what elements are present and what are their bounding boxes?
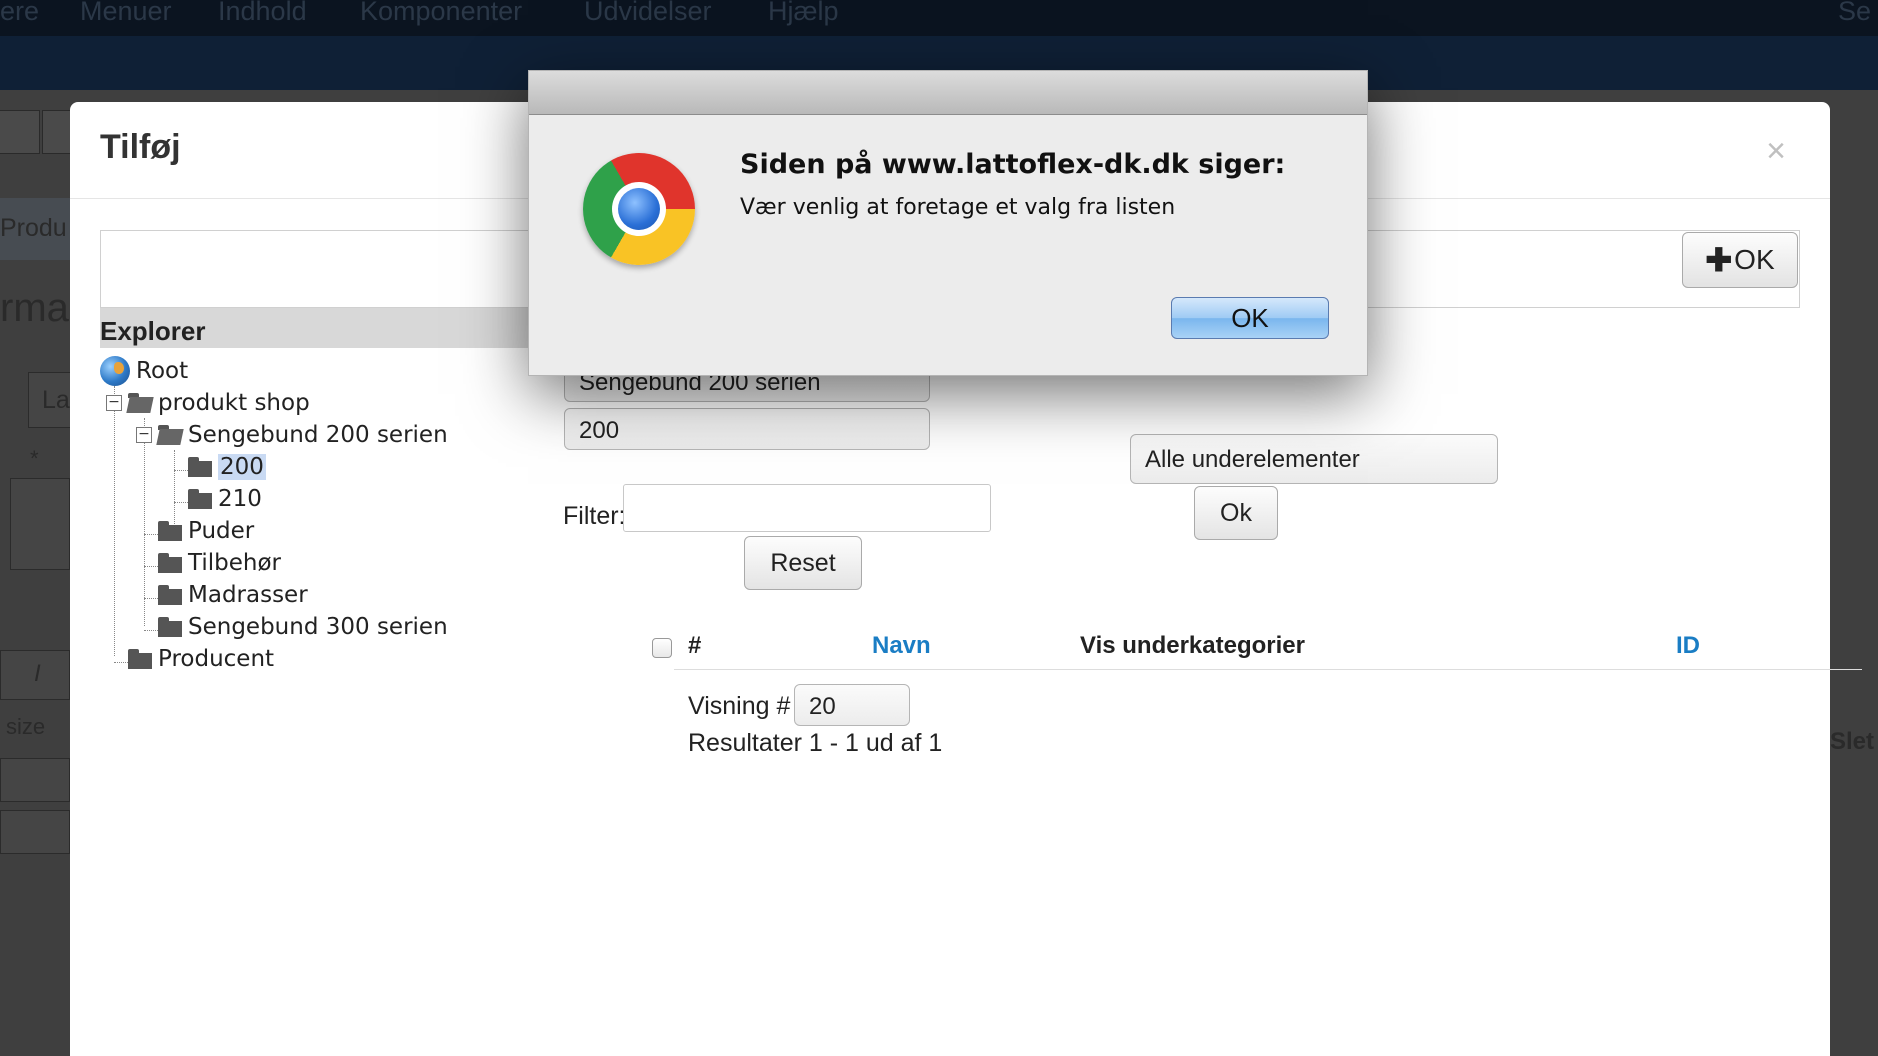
folder-icon — [186, 489, 214, 509]
tree-node-sengebund-200[interactable]: − Sengebund 200 serien — [136, 418, 448, 452]
collapse-icon[interactable]: − — [136, 427, 152, 443]
select-all-checkbox[interactable] — [652, 638, 672, 658]
bg-panel — [10, 478, 70, 570]
bg-italic-icon: I — [34, 660, 41, 687]
filter-label: Filter: — [563, 502, 626, 530]
tree-node-producent[interactable]: Producent — [126, 642, 274, 676]
col-header-id[interactable]: ID — [1676, 632, 1700, 660]
add-ok-label: OK — [1734, 244, 1775, 275]
tree-label: Tilbehør — [188, 550, 281, 576]
menu-item-komponenter: Komponenter — [360, 0, 523, 26]
col-header-hash: # — [688, 632, 702, 659]
folder-icon — [156, 521, 184, 541]
tree-node-puder[interactable]: Puder — [156, 514, 254, 548]
scope-select[interactable]: Alle underelementer — [1130, 434, 1498, 484]
category-tree: Root − produkt shop − Sengebund 200 seri… — [100, 354, 620, 854]
alert-message: Vær venlig at foretage et valg fra liste… — [740, 195, 1176, 220]
tree-label: Puder — [188, 518, 255, 544]
collapse-icon[interactable]: − — [106, 395, 122, 411]
tree-node-sengebund-300[interactable]: Sengebund 300 serien — [156, 610, 448, 644]
folder-icon — [186, 457, 214, 477]
menu-item-hjaelp: Hjælp — [768, 0, 839, 26]
alert-title: Siden på www.lattoflex-dk.dk siger: — [740, 149, 1286, 180]
tree-label-selected: 200 — [218, 454, 266, 480]
filter-input[interactable] — [623, 484, 991, 532]
tree-node-produkt-shop[interactable]: − produkt shop — [106, 386, 310, 420]
col-header-vis-underkategorier: Vis underkategorier — [1080, 632, 1305, 659]
folder-icon — [126, 649, 154, 669]
menu-item-menuer: Menuer — [80, 0, 172, 26]
tree-label: produkt shop — [158, 390, 310, 416]
menu-item-udvidelser: Udvidelser — [584, 0, 712, 26]
close-icon[interactable]: × — [1766, 132, 1786, 171]
subcategory-select[interactable]: 200 — [564, 408, 930, 450]
menu-item-indhold: Indhold — [218, 0, 307, 26]
bg-toolbar-button — [0, 110, 40, 154]
tree-node-root[interactable]: Root — [100, 354, 188, 388]
menu-item-partial: ere — [0, 0, 40, 26]
bg-text-size: size — [6, 714, 46, 739]
alert-titlebar — [529, 71, 1367, 115]
plus-icon: ✚ — [1705, 242, 1733, 278]
explorer-header: Explorer — [100, 308, 560, 348]
results-count: Resultater 1 - 1 ud af 1 — [688, 729, 943, 757]
bg-text-rma: rma — [0, 286, 69, 330]
col-header-navn[interactable]: Navn — [872, 632, 931, 660]
folder-icon — [156, 585, 184, 605]
tree-label: Producent — [158, 646, 275, 672]
add-ok-button[interactable]: ✚ OK — [1682, 232, 1798, 288]
chrome-logo-icon — [583, 153, 695, 265]
reset-button[interactable]: Reset — [744, 536, 862, 590]
tree-label: Madrasser — [188, 582, 308, 608]
folder-open-icon — [126, 393, 154, 413]
table-header-divider — [674, 669, 1862, 670]
folder-open-icon — [156, 425, 184, 445]
browser-alert-dialog: Siden på www.lattoflex-dk.dk siger: Vær … — [528, 70, 1368, 376]
folder-icon — [156, 553, 184, 573]
tree-node-200[interactable]: 200 — [186, 450, 266, 484]
bg-editor-icons-2 — [0, 810, 70, 854]
tree-node-tilbehor[interactable]: Tilbehør — [156, 546, 281, 580]
tree-node-210[interactable]: 210 — [186, 482, 262, 516]
page-size-select[interactable]: 20 — [794, 684, 910, 726]
menu-item-se: Se — [1838, 0, 1872, 26]
filter-ok-button[interactable]: Ok — [1194, 486, 1278, 540]
alert-ok-button[interactable]: OK — [1171, 297, 1329, 339]
bg-text-star: * — [30, 446, 39, 471]
modal-title: Tilføj — [100, 128, 181, 166]
admin-top-menubar: ere Menuer Indhold Komponenter Udvidelse… — [0, 0, 1878, 36]
visning-label: Visning # — [688, 692, 791, 720]
tree-node-madrasser[interactable]: Madrasser — [156, 578, 308, 612]
globe-icon — [100, 356, 130, 386]
tree-label: Sengebund 200 serien — [188, 422, 448, 448]
tree-label: 210 — [218, 486, 262, 512]
bg-editor-icons — [0, 758, 70, 802]
bg-text-la: La — [42, 386, 70, 414]
folder-icon — [156, 617, 184, 637]
bg-text-slet: Slet — [1830, 728, 1875, 755]
tree-label: Root — [136, 358, 189, 384]
tree-label: Sengebund 300 serien — [188, 614, 448, 640]
bg-text-produ: Produ — [0, 214, 67, 242]
